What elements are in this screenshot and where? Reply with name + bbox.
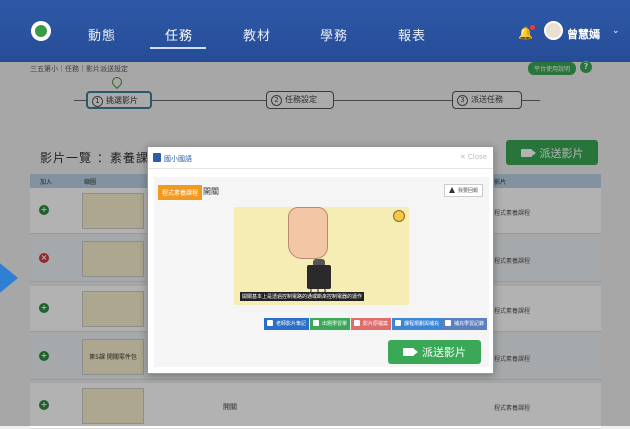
learning-record-button[interactable]: 補充學習記錄 <box>442 318 488 330</box>
notes-icon <box>267 320 273 326</box>
nav-item-academic[interactable]: 學務 <box>320 25 348 44</box>
school-logo-icon[interactable] <box>31 21 51 41</box>
nav-item-dynamics[interactable]: 動態 <box>88 25 116 44</box>
username[interactable]: 曾慧嫣 <box>567 26 600 42</box>
warning-icon <box>448 187 455 193</box>
modal-header: 國小國語 ✕ Close <box>148 147 493 169</box>
switch-illustration <box>307 265 331 289</box>
action-label: 老師影片筆記 <box>276 321 307 327</box>
chevron-down-icon[interactable]: ⌄ <box>612 26 620 36</box>
report-button[interactable]: 我要回報 <box>443 184 483 197</box>
flag-icon <box>395 320 401 326</box>
video-subtitle: 開關基本上是透過控制電路的通或斷來控制電器的運作 <box>240 292 365 301</box>
modal-send-video-button[interactable]: 派送影片 <box>388 340 481 364</box>
worksheet-icon <box>313 320 319 326</box>
notification-bell-icon[interactable]: 🔔 <box>518 25 535 40</box>
video-logo-icon <box>393 210 405 222</box>
nav-item-tasks[interactable]: 任務 <box>165 25 193 44</box>
category-tag: 程式素養課程 <box>158 185 203 200</box>
modal-body: 程式素養課程 開關 我要回報 開關基本上是透過控制電路的通或斷來控制電器的運作 … <box>154 177 489 367</box>
worksheet-button[interactable]: 出題學習單 <box>310 318 351 330</box>
action-label: 出題學習單 <box>322 321 348 327</box>
close-button[interactable]: ✕ Close <box>460 153 487 161</box>
book-icon <box>153 153 161 162</box>
video-preview-modal: 國小國語 ✕ Close 程式素養課程 開關 我要回報 開關基本上是透過控制電路… <box>147 146 494 374</box>
avatar[interactable] <box>544 21 563 40</box>
action-label: 影片原檔案 <box>363 321 389 327</box>
file-icon <box>354 320 360 326</box>
nav-active-underline <box>150 47 206 49</box>
record-icon <box>445 320 451 326</box>
report-label: 我要回報 <box>457 188 478 194</box>
finger-illustration <box>288 207 328 259</box>
video-title: 開關 <box>203 187 219 196</box>
video-camera-icon <box>403 348 418 356</box>
nav-item-materials[interactable]: 教材 <box>243 25 271 44</box>
pointer-arrow-icon <box>0 260 18 296</box>
course-plan-button[interactable]: 課程規劃與補充 <box>392 318 443 330</box>
action-label: 補充學習記錄 <box>454 321 485 327</box>
teacher-notes-button[interactable]: 老師影片筆記 <box>264 318 310 330</box>
original-file-button[interactable]: 影片原檔案 <box>351 318 392 330</box>
modal-title: 國小國語 <box>164 155 192 163</box>
action-label: 課程規劃與補充 <box>404 321 440 327</box>
send-video-label: 派送影片 <box>422 346 466 359</box>
nav-item-reports[interactable]: 報表 <box>398 25 426 44</box>
video-player[interactable]: 開關基本上是透過控制電路的通或斷來控制電器的運作 <box>234 207 409 305</box>
top-nav: 動態 任務 教材 學務 報表 🔔 曾慧嫣 ⌄ <box>0 0 630 62</box>
